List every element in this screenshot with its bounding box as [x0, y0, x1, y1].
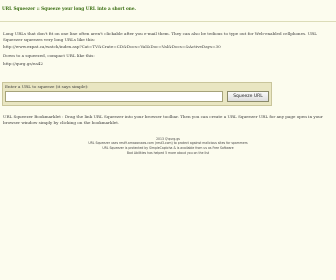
intro-text-line-1: Long URLs that don't fit on one line oft… — [3, 31, 317, 36]
footer-line-4: Bad Abilities has helped 5 more about yo… — [126, 151, 210, 155]
page-header: URL Squeezer :: Squeeze your long URL in… — [0, 0, 336, 22]
url-input[interactable] — [5, 91, 223, 102]
footer-line-3: URL Squeezer is protected by SimpleCaptc… — [102, 146, 234, 150]
squeeze-form: Enter a URL to squeeze (it says simple):… — [2, 82, 272, 106]
page-title: URL Squeezer :: Squeeze your long URL in… — [2, 6, 136, 11]
example-down-label: Down to a squeezed, compact URL like thi… — [3, 53, 95, 58]
footer-line-2: URL Squeezer uses rest9.amazonaws.com (r… — [88, 141, 248, 145]
example-short-url: http://qurg.gs/ea42 — [3, 61, 43, 66]
squeeze-url-button[interactable]: Squeeze URL — [227, 91, 269, 102]
squeeze-form-label: Enter a URL to squeeze (it says simple): — [5, 84, 89, 89]
bookmarklet-text: URL Squeezer Bookmarklet : Drag the link… — [3, 114, 323, 125]
example-long-url: http://www.expat.ca/watch/index.asp?Cat=… — [3, 44, 221, 49]
intro-text-line-2: Squeezer squeezes very long URLs like th… — [3, 37, 96, 42]
